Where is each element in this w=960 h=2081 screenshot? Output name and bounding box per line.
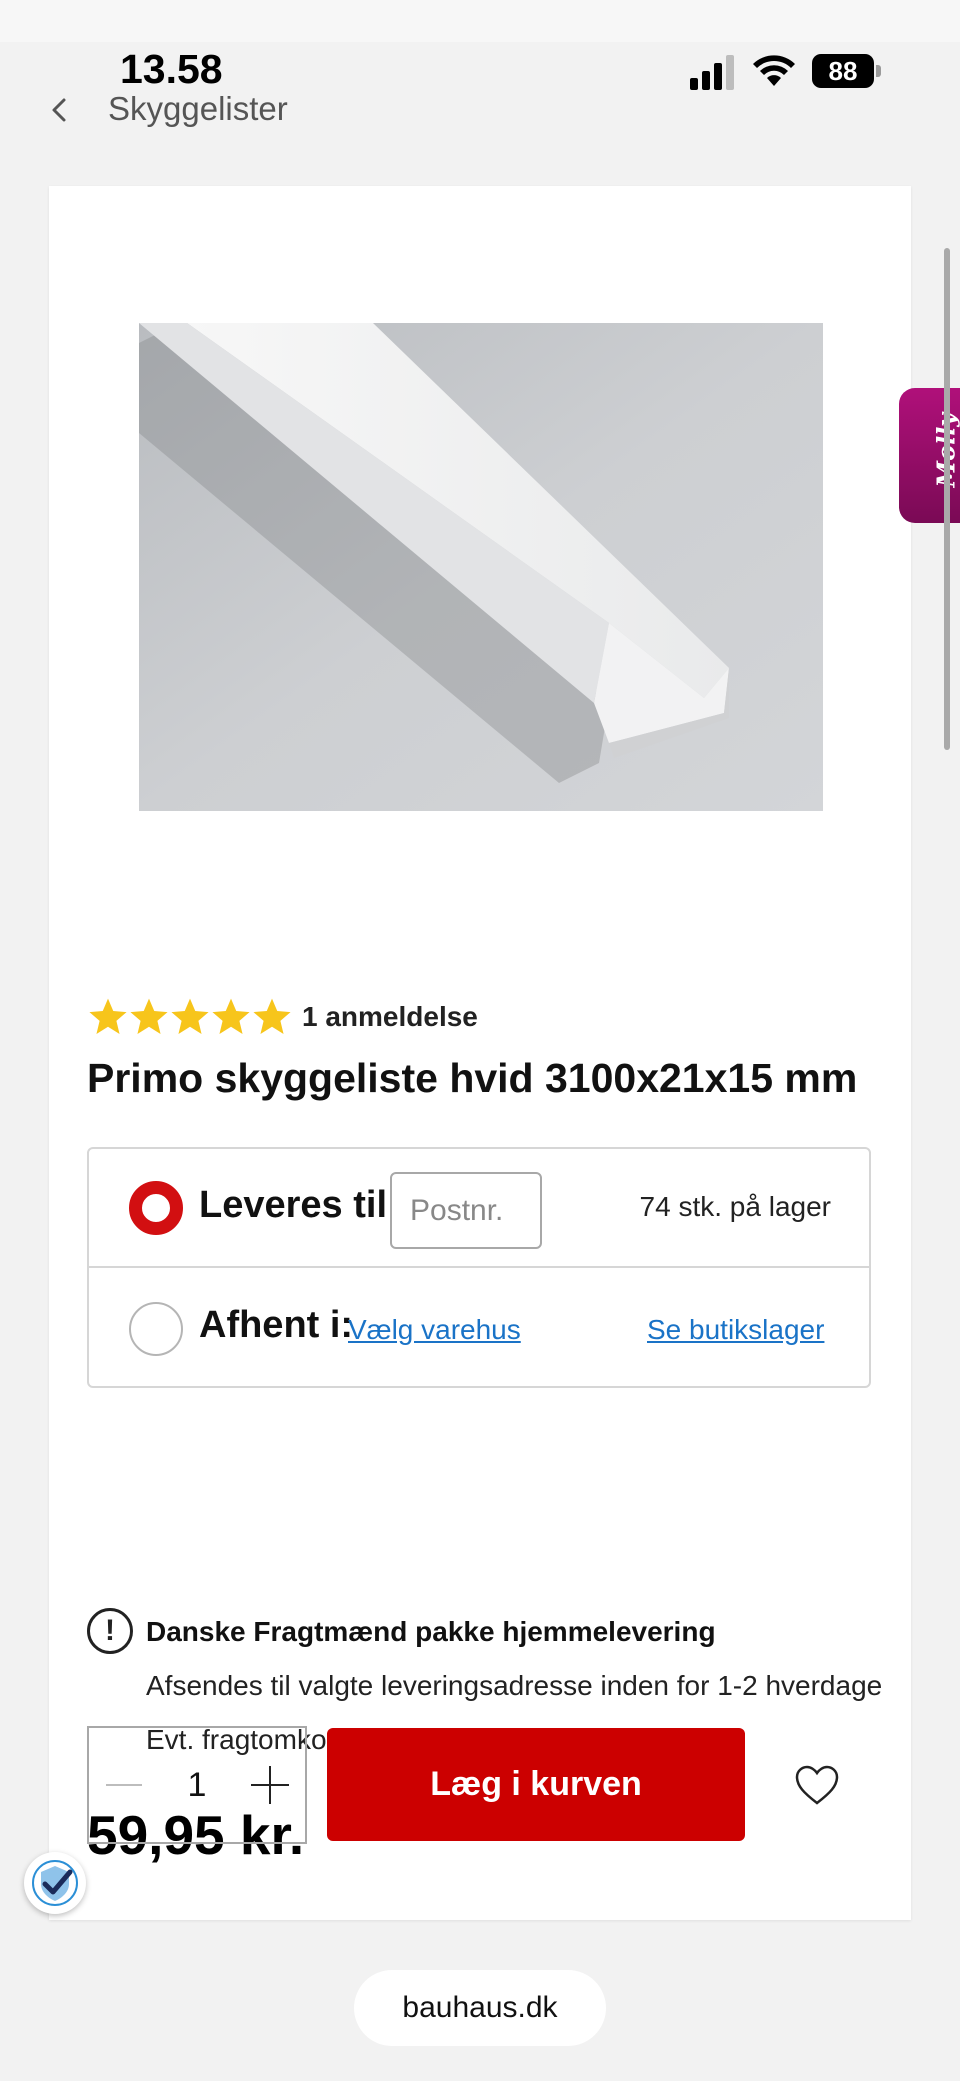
radio-unselected-icon[interactable] [129, 1302, 183, 1356]
delivery-options: Leveres til: 74 stk. på lager Afhent i: … [87, 1147, 871, 1388]
heart-icon[interactable] [794, 1764, 840, 1806]
delivery-option-pickup[interactable]: Afhent i: Vælg varehus Se butikslager [89, 1268, 869, 1387]
review-count[interactable]: 1 anmeldelse [302, 1001, 478, 1033]
star-icon [171, 998, 209, 1034]
product-image[interactable] [139, 323, 823, 811]
url-bar[interactable]: bauhaus.dk [354, 1970, 606, 2046]
top-strip [0, 0, 960, 42]
star-icon [130, 998, 168, 1034]
wifi-icon [753, 55, 795, 86]
notice-title: Danske Fragtmænd pakke hjemmelevering [146, 1616, 716, 1647]
product-title: Primo skyggeliste hvid 3100x21x15 mm [87, 1055, 858, 1101]
minus-icon [106, 1784, 142, 1786]
trust-badge[interactable] [24, 1852, 86, 1914]
postnr-input[interactable] [390, 1172, 542, 1249]
star-icon [212, 998, 250, 1034]
radio-selected-icon[interactable] [129, 1181, 183, 1235]
molly-chat-tab[interactable]: Molly [899, 388, 960, 523]
star-icon [253, 998, 291, 1034]
back-chevron-icon[interactable] [46, 92, 72, 128]
star-rating [87, 996, 292, 1038]
delivery-option-home[interactable]: Leveres til: 74 stk. på lager [89, 1149, 869, 1268]
plus-icon [251, 1766, 289, 1804]
shield-check-icon [32, 1860, 78, 1906]
stock-status: 74 stk. på lager [639, 1191, 831, 1222]
add-to-cart-button[interactable]: Læg i kurven [327, 1728, 745, 1841]
scrollbar[interactable] [944, 248, 950, 750]
quantity-stepper: 1 [87, 1726, 307, 1844]
deliver-label: Leveres til: [199, 1184, 400, 1226]
nav-bar: Skyggelister [0, 86, 960, 136]
decrease-quantity-button[interactable] [89, 1728, 159, 1842]
star-icon [89, 998, 127, 1034]
pickup-label: Afhent i: [199, 1304, 354, 1346]
info-exclamation-icon: ! [87, 1608, 133, 1654]
skirting-board-image [139, 323, 823, 811]
choose-store-link[interactable]: Vælg varehus [348, 1314, 521, 1346]
quantity-value[interactable]: 1 [159, 1728, 235, 1842]
nav-title: Skyggelister [108, 90, 288, 127]
battery-level: 88 [812, 54, 874, 88]
rating[interactable]: 1 anmeldelse [87, 994, 478, 1040]
battery-icon: 88 [812, 54, 882, 88]
store-stock-link[interactable]: Se butikslager [647, 1314, 824, 1346]
notice-line: Afsendes til valgte leveringsadresse ind… [146, 1670, 883, 1701]
product-card: 1 anmeldelse Primo skyggeliste hvid 3100… [49, 186, 911, 1920]
increase-quantity-button[interactable] [235, 1728, 305, 1842]
